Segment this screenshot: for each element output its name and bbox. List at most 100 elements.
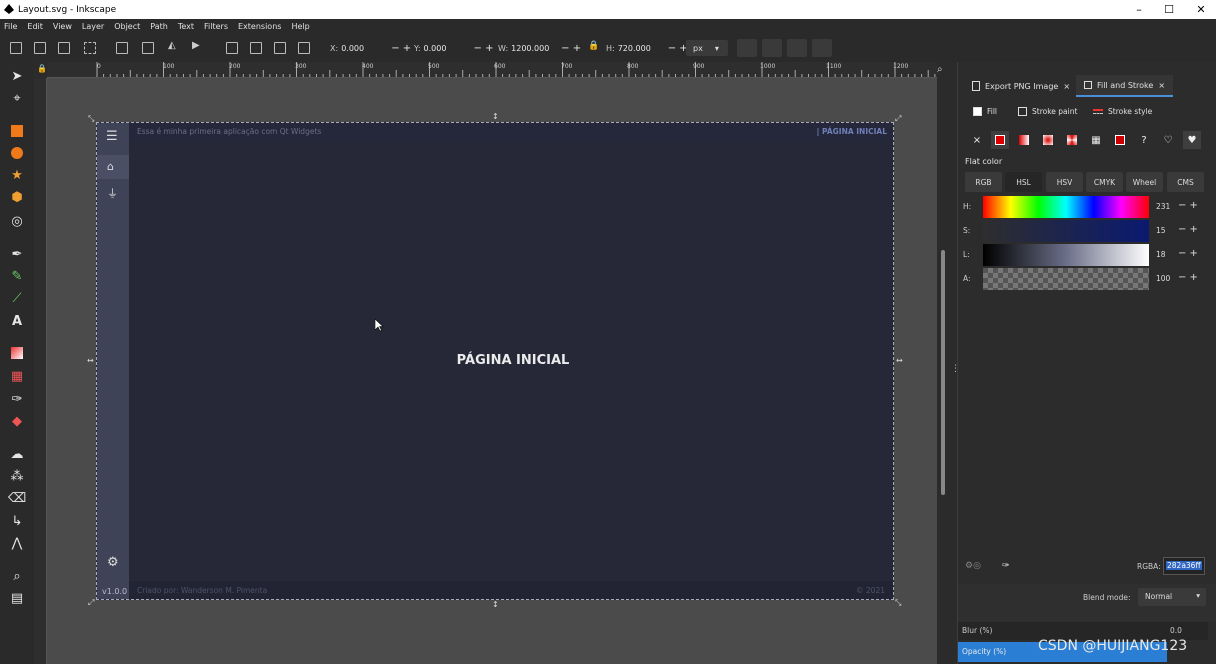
y-input[interactable]: 0.000 xyxy=(423,43,470,53)
color-picker-icon[interactable]: ✑ xyxy=(1002,561,1010,571)
menu-help[interactable]: Help xyxy=(291,22,309,31)
node-tool-icon[interactable]: ⌖ xyxy=(9,90,25,106)
document-page[interactable]: ☰ ⌂ ⏚ ⚙ v1.0.0 Essa é minha primeira apl… xyxy=(96,122,894,600)
blend-mode-select[interactable]: Normal ▾ xyxy=(1138,588,1206,606)
height-field[interactable]: H: 720.000 − + xyxy=(606,40,688,56)
select-all-icon[interactable] xyxy=(10,42,22,54)
hue-value[interactable]: 231 xyxy=(1156,202,1170,211)
pages-tool-icon[interactable]: ▤ xyxy=(9,590,25,606)
x-input[interactable]: 0.000 xyxy=(341,43,388,53)
scale-handle-right[interactable]: ↔ xyxy=(896,356,904,365)
menu-extensions[interactable]: Extensions xyxy=(238,22,281,31)
mode-wheel[interactable]: Wheel xyxy=(1126,172,1163,192)
no-paint-button[interactable]: × xyxy=(968,131,986,149)
calligraphy-tool-icon[interactable]: ⟋ xyxy=(9,290,25,306)
height-input[interactable]: 720.000 xyxy=(617,43,664,53)
width-field[interactable]: W: 1200.000 − + xyxy=(498,40,581,56)
mesh-gradient-button[interactable] xyxy=(1063,131,1081,149)
scale-handle-tl[interactable]: ⤡ xyxy=(88,114,96,123)
lightness-stepper[interactable]: − + xyxy=(1178,248,1198,259)
zoom-icon[interactable]: ⌕ xyxy=(937,64,943,75)
3d-box-tool-icon[interactable]: ⬢ xyxy=(9,189,25,205)
scale-corners-button[interactable] xyxy=(762,39,782,57)
transform-patterns-button[interactable] xyxy=(812,39,832,57)
scale-handle-bl[interactable]: ⤢ xyxy=(88,598,96,607)
menu-filters[interactable]: Filters xyxy=(204,22,228,31)
lightness-slider[interactable] xyxy=(983,244,1149,266)
x-stepper[interactable]: − + xyxy=(391,43,411,54)
tweak-tool-icon[interactable]: ☁ xyxy=(9,446,25,462)
rotate-ccw-icon[interactable] xyxy=(116,42,128,54)
alpha-slider[interactable] xyxy=(983,268,1149,290)
mode-cms[interactable]: CMS xyxy=(1167,172,1204,192)
ellipse-tool-icon[interactable] xyxy=(9,145,25,161)
saturation-stepper[interactable]: − + xyxy=(1178,224,1198,235)
saturation-value[interactable]: 15 xyxy=(1156,226,1166,235)
scale-handle-tr[interactable]: ⤢ xyxy=(895,114,903,123)
subtab-stroke-paint[interactable]: Stroke paint xyxy=(1018,104,1077,118)
spiral-tool-icon[interactable]: ◎ xyxy=(9,213,25,229)
menu-path[interactable]: Path xyxy=(150,22,168,31)
alpha-stepper[interactable]: − + xyxy=(1178,272,1198,283)
color-managed-icon[interactable]: ⚙◎ xyxy=(965,561,981,571)
lower-icon[interactable] xyxy=(274,42,286,54)
mode-rgb[interactable]: RGB xyxy=(965,172,1002,192)
y-stepper[interactable]: − + xyxy=(474,43,494,54)
subtab-fill[interactable]: Fill xyxy=(973,104,997,118)
maximize-button[interactable]: ☐ xyxy=(1154,0,1184,19)
hue-slider[interactable] xyxy=(983,196,1149,218)
guide-lock-icon[interactable]: 🔒 xyxy=(37,64,47,73)
minimize-button[interactable]: – xyxy=(1124,0,1154,19)
mode-hsl[interactable]: HSL xyxy=(1005,172,1042,192)
paint-bucket-tool-icon[interactable]: ◆ xyxy=(9,413,25,429)
y-field[interactable]: Y: 0.000 − + xyxy=(414,40,493,56)
close-button[interactable]: ✕ xyxy=(1186,0,1216,19)
saturation-slider[interactable] xyxy=(983,220,1149,242)
close-icon[interactable]: × xyxy=(1158,81,1165,90)
rectangle-tool-icon[interactable] xyxy=(9,123,25,139)
scale-handle-left[interactable]: ↔ xyxy=(87,356,95,365)
scale-handle-top[interactable]: ↕ xyxy=(492,112,500,121)
scale-handle-bottom[interactable]: ↕ xyxy=(492,600,500,609)
fill-rule-evenodd-button[interactable]: ♡ xyxy=(1159,131,1177,149)
swatch-button[interactable] xyxy=(1111,131,1129,149)
width-input[interactable]: 1200.000 xyxy=(511,43,558,53)
scale-handle-br[interactable]: ⤡ xyxy=(895,598,903,607)
subtab-stroke-style[interactable]: Stroke style xyxy=(1093,104,1152,118)
tab-export-png[interactable]: Export PNG Image × xyxy=(972,75,1070,97)
raise-to-top-icon[interactable] xyxy=(226,42,238,54)
hue-stepper[interactable]: − + xyxy=(1178,200,1198,211)
text-tool-icon[interactable]: A xyxy=(9,313,25,329)
eraser-tool-icon[interactable]: ⌫ xyxy=(8,490,26,506)
tab-fill-and-stroke[interactable]: Fill and Stroke × xyxy=(1076,75,1174,97)
flat-color-button[interactable] xyxy=(991,131,1009,149)
flip-vertical-icon[interactable]: ▶ xyxy=(192,40,204,52)
menu-object[interactable]: Object xyxy=(114,22,140,31)
mode-cmyk[interactable]: CMYK xyxy=(1086,172,1123,192)
connector-tool-icon[interactable]: ↳ xyxy=(9,513,25,529)
touch-select-icon[interactable] xyxy=(84,42,96,54)
zoom-tool-icon[interactable]: ⌕ xyxy=(9,568,25,584)
rotate-cw-icon[interactable] xyxy=(142,42,154,54)
alpha-value[interactable]: 100 xyxy=(1156,274,1170,283)
spray-tool-icon[interactable]: ⁂ xyxy=(9,468,25,484)
raise-icon[interactable] xyxy=(250,42,262,54)
pencil-tool-icon[interactable]: ✎ xyxy=(9,268,25,284)
x-field[interactable]: X: 0.000 − + xyxy=(330,40,411,56)
pattern-button[interactable]: ▦ xyxy=(1087,131,1105,149)
star-tool-icon[interactable]: ★ xyxy=(9,167,25,183)
transform-gradients-button[interactable] xyxy=(787,39,807,57)
menu-layer[interactable]: Layer xyxy=(82,22,104,31)
mesh-tool-icon[interactable]: ▦ xyxy=(9,368,25,384)
selector-tool-icon[interactable]: ➤ xyxy=(9,68,25,84)
scale-stroke-button[interactable] xyxy=(737,39,757,57)
height-stepper[interactable]: − + xyxy=(668,43,688,54)
unset-paint-button[interactable]: ? xyxy=(1135,131,1153,149)
dropper-tool-icon[interactable]: ✑ xyxy=(9,391,25,407)
rgba-input[interactable]: 282a36ff xyxy=(1163,557,1205,575)
deselect-icon[interactable] xyxy=(58,42,70,54)
unit-select[interactable]: px ▾ xyxy=(686,40,728,56)
radial-gradient-button[interactable] xyxy=(1039,131,1057,149)
menu-edit[interactable]: Edit xyxy=(27,22,43,31)
fill-rule-nonzero-button[interactable]: ♥ xyxy=(1183,131,1201,149)
